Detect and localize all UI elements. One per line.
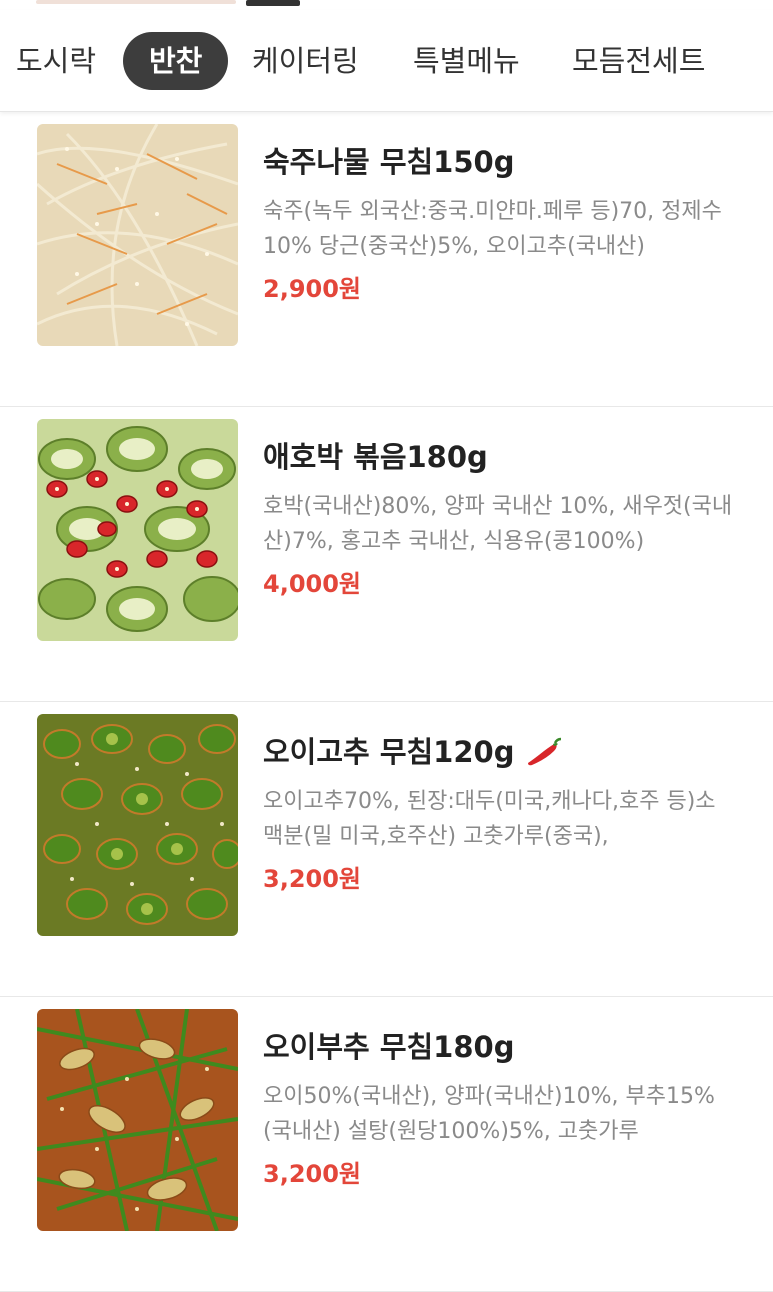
- product-description: 호박(국내산)80%, 양파 국내산 10%, 새우젓(국내산)7%, 홍고추 …: [263, 494, 733, 554]
- seasoned-pepper-photo[interactable]: [37, 714, 238, 936]
- product-info: 애호박 볶음180g 호박(국내산)80%, 양파 국내산 10%, 새우젓(국…: [263, 437, 743, 601]
- product-description: 숙주(녹두 외국산:중국.미얀마.페루 등)70, 정제수10% 당근(중국산)…: [263, 199, 722, 259]
- product-description: 오이50%(국내산), 양파(국내산)10%, 부추15%(국내산) 설탕(원당…: [263, 1084, 715, 1144]
- product-info: 오이고추 무침120g 오이고추70%, 된장:대두(미국,캐나다,호주 등)소…: [263, 732, 743, 896]
- product-item[interactable]: 숙주나물 무침150g 숙주(녹두 외국산:중국.미얀마.페루 등)70, 정제…: [0, 112, 773, 407]
- tab-assorted-jeon-set[interactable]: 모듬전세트: [572, 32, 705, 90]
- tab-banchan[interactable]: 반찬: [123, 32, 229, 90]
- product-info: 오이부추 무침180g 오이50%(국내산), 양파(국내산)10%, 부추15…: [263, 1027, 743, 1191]
- header-fragment-right: [246, 0, 300, 6]
- product-price: 2,900원: [263, 275, 361, 303]
- product-name-text: 오이고추 무침120g: [263, 735, 515, 769]
- category-tab-bar: 도시락 반찬 케이터링 특별메뉴 모듬전세트: [0, 10, 773, 112]
- product-name: 숙주나물 무침150g: [263, 145, 515, 179]
- product-item[interactable]: 애호박 볶음180g 호박(국내산)80%, 양파 국내산 10%, 새우젓(국…: [0, 407, 773, 702]
- product-name: 애호박 볶음180g: [263, 440, 488, 474]
- product-description: 오이고추70%, 된장:대두(미국,캐나다,호주 등)소맥분(밀 미국,호주산)…: [263, 789, 716, 849]
- product-item[interactable]: 오이고추 무침120g 오이고추70%, 된장:대두(미국,캐나다,호주 등)소…: [0, 702, 773, 997]
- product-list: 숙주나물 무침150g 숙주(녹두 외국산:중국.미얀마.페루 등)70, 정제…: [0, 112, 773, 1292]
- header-fragment-left: [36, 0, 236, 4]
- bean-sprout-salad-photo[interactable]: [37, 124, 238, 346]
- product-info: 숙주나물 무침150g 숙주(녹두 외국산:중국.미얀마.페루 등)70, 정제…: [263, 142, 743, 306]
- tab-special-menu[interactable]: 특별메뉴: [413, 32, 520, 90]
- product-price: 3,200원: [263, 1160, 361, 1188]
- product-item[interactable]: 오이부추 무침180g 오이50%(국내산), 양파(국내산)10%, 부추15…: [0, 997, 773, 1292]
- tab-catering[interactable]: 케이터링: [252, 32, 359, 90]
- product-price: 4,000원: [263, 570, 361, 598]
- cucumber-chive-salad-photo[interactable]: [37, 1009, 238, 1231]
- previous-header-fragment: [0, 0, 773, 10]
- product-name: 오이부추 무침180g: [263, 1030, 515, 1064]
- tab-dosirak[interactable]: 도시락: [16, 32, 96, 90]
- product-name: 오이고추 무침120g: [263, 732, 743, 772]
- zucchini-stir-fry-photo[interactable]: [37, 419, 238, 641]
- chili-pepper-icon: [528, 737, 562, 766]
- product-price: 3,200원: [263, 865, 361, 893]
